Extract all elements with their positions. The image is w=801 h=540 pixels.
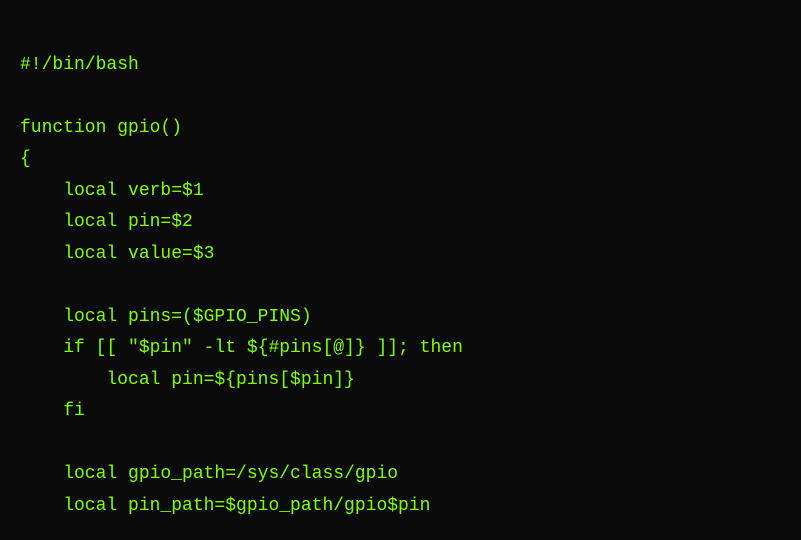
code-line: #!/bin/bash (20, 50, 781, 82)
code-line: local pins=($GPIO_PINS) (20, 302, 781, 334)
code-line (20, 428, 781, 460)
code-line: local pin=${pins[$pin]} (20, 365, 781, 397)
code-line: { (20, 144, 781, 176)
code-line: function gpio() (20, 113, 781, 145)
code-line (20, 81, 781, 113)
code-line: local gpio_path=/sys/class/gpio (20, 459, 781, 491)
code-editor: #!/bin/bash function gpio(){ local verb=… (0, 0, 801, 540)
code-line: local pin=$2 (20, 207, 781, 239)
code-line: local value=$3 (20, 239, 781, 271)
code-line: fi (20, 396, 781, 428)
code-line: local verb=$1 (20, 176, 781, 208)
code-line: local pin_path=$gpio_path/gpio$pin (20, 491, 781, 523)
code-line: if [[ "$pin" -lt ${#pins[@]} ]]; then (20, 333, 781, 365)
code-line (20, 270, 781, 302)
